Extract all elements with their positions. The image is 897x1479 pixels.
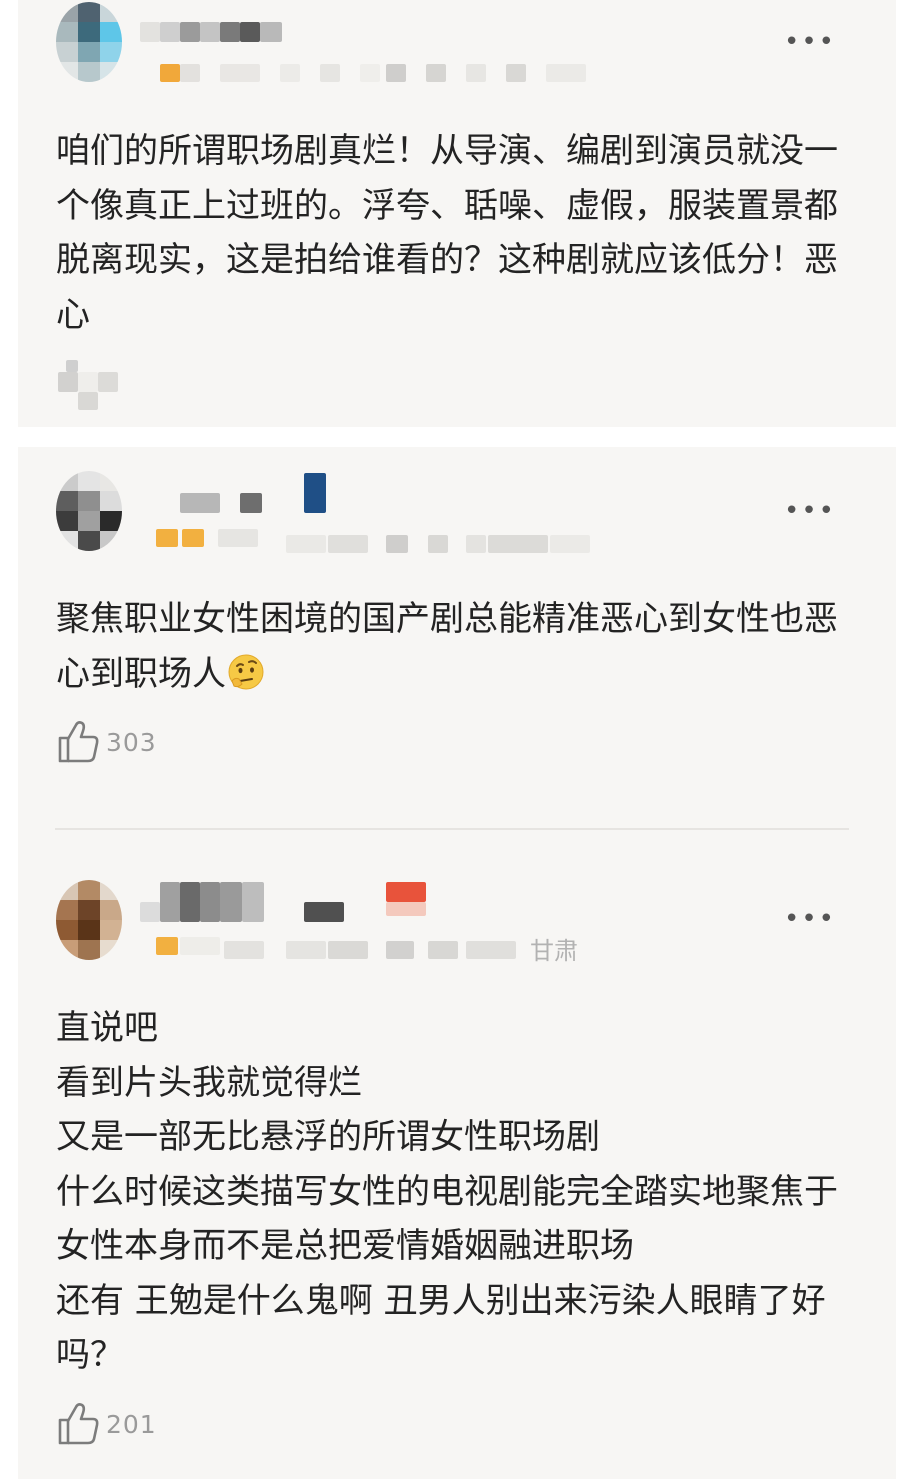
more-dots-icon[interactable]: ••• [784, 29, 836, 55]
comment-card: ••• 咱们的所谓职场剧真烂！从导演、编剧到演员就没一个像真正上过班的。浮夸、聒… [18, 0, 896, 427]
like-count: 201 [106, 1409, 157, 1439]
more-dots-icon[interactable]: ••• [784, 498, 836, 524]
comment-list: ••• 聚焦职业女性困境的国产剧总能精准恶心到女性也恶心到职场人 303 甘肃 … [18, 447, 896, 1479]
location: 甘肃 [530, 937, 578, 965]
like-count: 303 [106, 727, 157, 757]
like-button[interactable]: 201 [56, 1401, 157, 1447]
comment-text-body: 聚焦职业女性困境的国产剧总能精准恶心到女性也恶心到职场人 [56, 599, 838, 694]
avatar[interactable] [56, 2, 122, 82]
like-button[interactable]: 303 [56, 719, 157, 765]
thumbs-up-icon [58, 721, 99, 763]
avatar[interactable] [56, 471, 122, 551]
thumbs-up-icon [58, 1403, 99, 1445]
divider [55, 828, 849, 830]
comment-text: 聚焦职业女性困境的国产剧总能精准恶心到女性也恶心到职场人 [56, 592, 856, 701]
comment-text: 直说吧 看到片头我就觉得烂 又是一部无比悬浮的所谓女性职场剧 什么时候这类描写女… [56, 1008, 838, 1375]
more-dots-icon[interactable]: ••• [784, 906, 836, 932]
avatar[interactable] [56, 880, 122, 960]
comment-text: 咱们的所谓职场剧真烂！从导演、编剧到演员就没一个像真正上过班的。浮夸、聒噪、虚假… [56, 131, 838, 335]
thinking-face-emoji [228, 654, 264, 689]
